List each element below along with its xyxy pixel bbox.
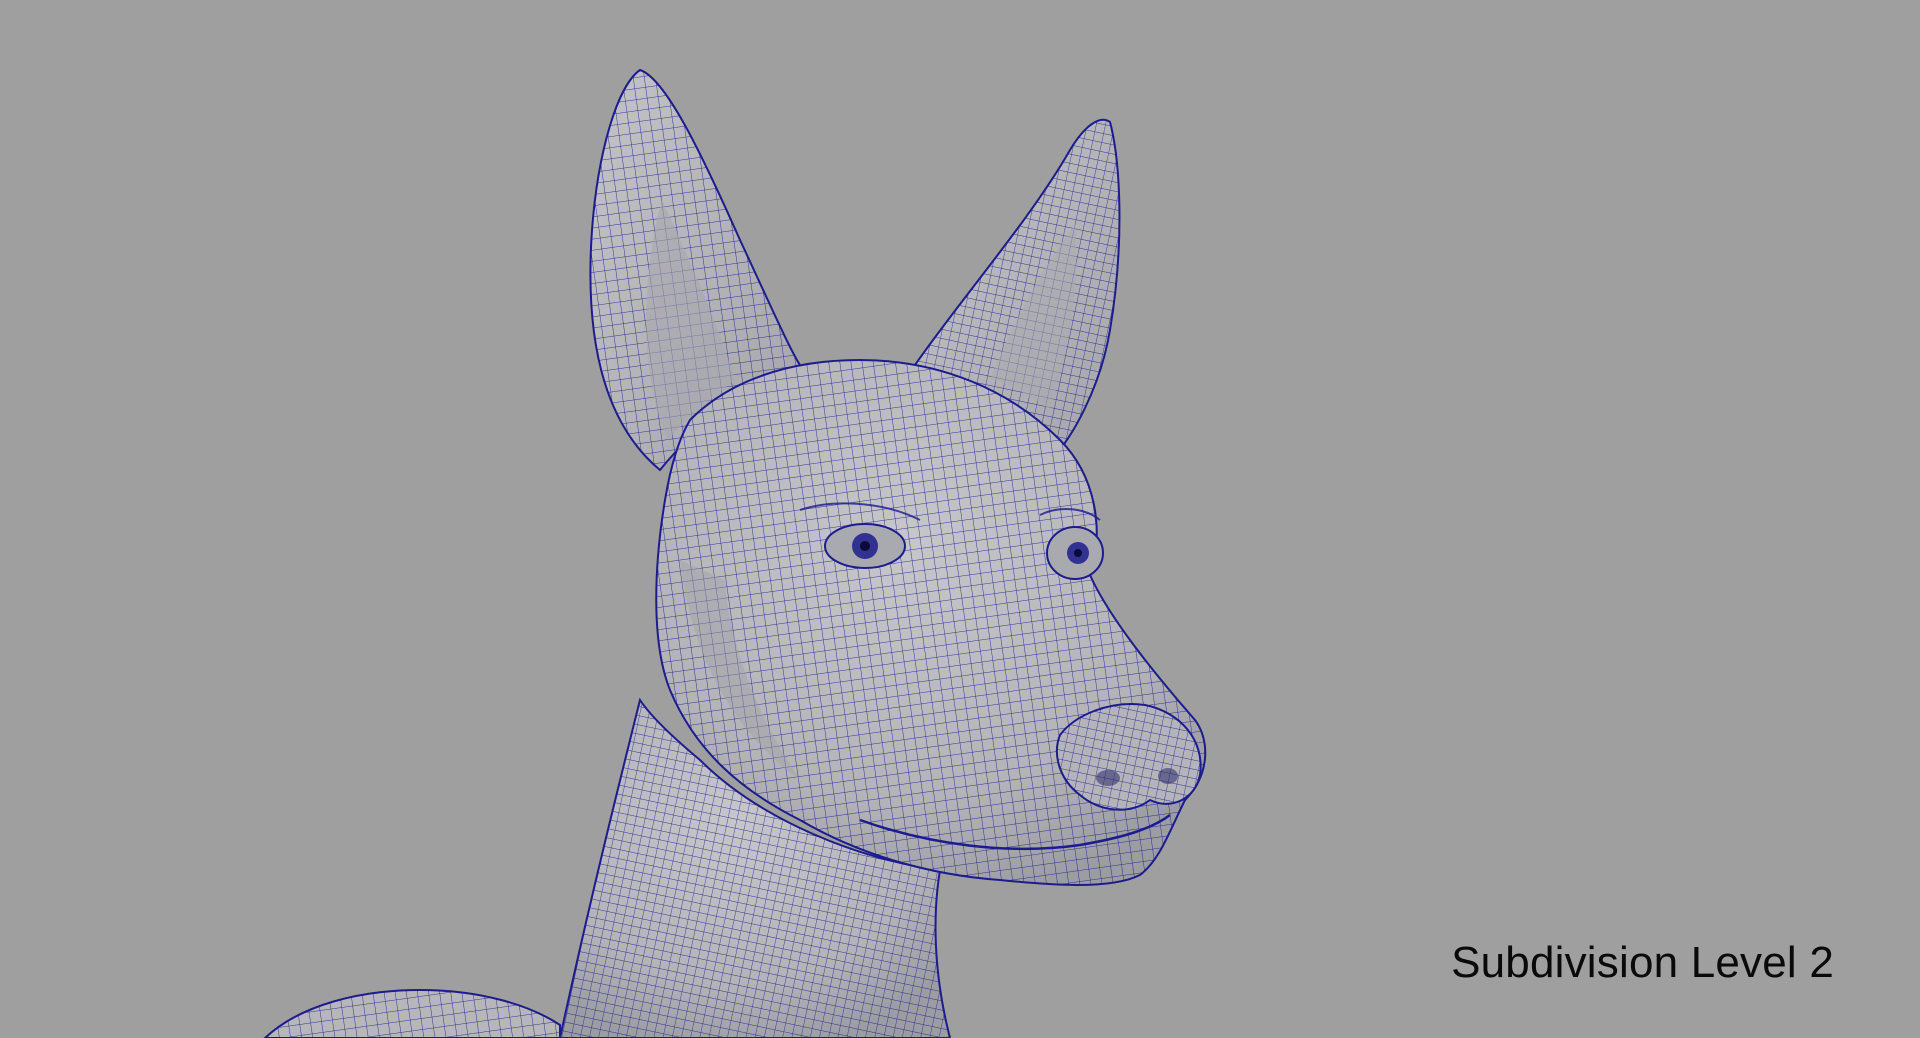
dog-head-mesh[interactable]: [0, 0, 1920, 1038]
left-eye: [824, 523, 906, 569]
subdivision-level-label: Subdivision Level 2: [1451, 938, 1834, 987]
right-nostril: [1158, 768, 1178, 784]
shoulder: [263, 988, 561, 1038]
left-nostril: [1096, 770, 1120, 786]
3d-viewport[interactable]: Subdivision Level 2: [0, 0, 1920, 1038]
right-eye: [1046, 526, 1104, 580]
